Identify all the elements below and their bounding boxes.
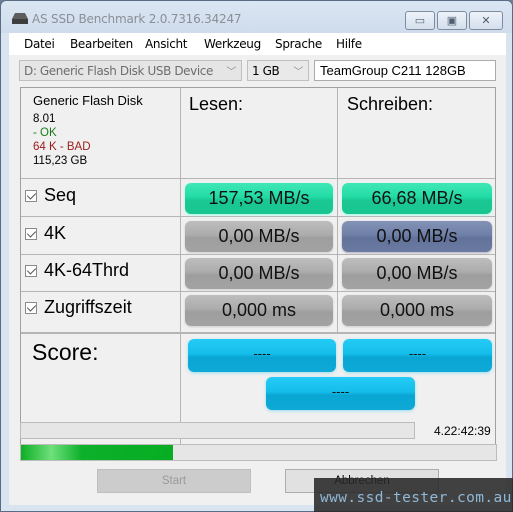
read-header: Lesen: — [189, 94, 244, 114]
close-icon: ✕ — [481, 15, 491, 27]
4k64-write-result: 0,00 MB/s — [342, 258, 492, 289]
title-bar[interactable]: AS SSD Benchmark 2.0.7316.34247 ▭ ▣ ✕ — [1, 1, 512, 33]
minimize-icon: ▭ — [414, 15, 426, 27]
row-label: 4K — [44, 223, 67, 243]
row-seq-label[interactable]: Seq — [25, 185, 76, 206]
checkbox-checked-icon[interactable] — [25, 189, 37, 202]
drive-select-value: D: Generic Flash Disk USB Device — [24, 64, 213, 78]
access-read-result: 0,000 ms — [185, 295, 333, 326]
score-write: ---- — [343, 339, 492, 372]
score-total: ---- — [266, 377, 415, 410]
menu-datei[interactable]: Datei — [24, 37, 55, 51]
minimize-button[interactable]: ▭ — [405, 11, 435, 30]
checkbox-checked-icon[interactable] — [25, 264, 37, 277]
seq-write-result: 66,68 MB/s — [342, 183, 492, 214]
results-grid: Generic Flash Disk 8.01 - OK 64 K - BAD … — [20, 87, 496, 446]
seq-read-result: 157,53 MB/s — [185, 183, 333, 214]
menu-ansicht[interactable]: Ansicht — [145, 37, 188, 51]
4k-read-result: 0,00 MB/s — [185, 221, 333, 252]
score-read: ---- — [188, 339, 336, 372]
start-button[interactable]: Start — [97, 469, 251, 493]
row-4k64-label[interactable]: 4K-64Thrd — [25, 260, 129, 281]
divider — [337, 88, 338, 333]
close-button[interactable]: ✕ — [469, 11, 503, 30]
write-header: Schreiben: — [347, 94, 434, 114]
drive-icon — [12, 13, 28, 24]
menu-bar: Datei Bearbeiten Ansicht Werkzeug Sprach… — [9, 33, 506, 55]
drive-name-input[interactable] — [314, 60, 496, 81]
divider — [21, 178, 495, 179]
divider — [21, 291, 495, 292]
drive-info: Generic Flash Disk 8.01 - OK 64 K - BAD … — [33, 94, 143, 168]
driver-status: - OK — [33, 127, 57, 139]
client-area: Datei Bearbeiten Ansicht Werkzeug Sprach… — [9, 33, 506, 505]
row-label: 4K-64Thrd — [44, 260, 130, 280]
4k-write-result: 0,00 MB/s — [342, 221, 492, 252]
menu-werkzeug[interactable]: Werkzeug — [204, 37, 261, 51]
divider — [180, 88, 181, 445]
menu-bearbeiten[interactable]: Bearbeiten — [70, 37, 133, 51]
window-title: AS SSD Benchmark 2.0.7316.34247 — [32, 12, 242, 26]
access-write-result: 0,000 ms — [342, 295, 492, 326]
chevron-down-icon: ﹀ — [226, 67, 236, 78]
watermark-text: www.ssd-tester.com.au — [320, 490, 512, 506]
alignment-status: 64 K - BAD — [33, 141, 91, 153]
chevron-down-icon: ﹀ — [293, 67, 303, 78]
device-name: Generic Flash Disk — [33, 93, 143, 108]
menu-sprache[interactable]: Sprache — [275, 37, 322, 51]
maximize-button[interactable]: ▣ — [437, 11, 467, 30]
row-label: Seq — [44, 185, 77, 205]
elapsed-time: 4.22:42:39 — [434, 424, 491, 438]
4k64-read-result: 0,00 MB/s — [185, 258, 333, 289]
drive-select[interactable]: D: Generic Flash Disk USB Device ﹀ — [19, 60, 242, 81]
maximize-icon: ▣ — [446, 15, 458, 27]
overall-progress-bar — [20, 444, 497, 461]
checkbox-checked-icon[interactable] — [25, 301, 37, 314]
score-label: Score: — [32, 339, 99, 365]
menu-hilfe[interactable]: Hilfe — [336, 37, 362, 51]
row-access-time-label[interactable]: Zugriffszeit — [25, 297, 132, 318]
divider — [21, 254, 495, 255]
subtest-progress-bar — [20, 422, 415, 439]
watermark-overlay: www.ssd-tester.com.au — [314, 478, 513, 512]
row-4k-label[interactable]: 4K — [25, 223, 66, 244]
row-label: Zugriffszeit — [44, 297, 132, 317]
test-size-select[interactable]: 1 GB ﹀ — [247, 60, 309, 81]
divider — [21, 216, 495, 217]
test-size-value: 1 GB — [252, 64, 280, 78]
firmware-version: 8.01 — [33, 113, 56, 125]
drive-capacity: 115,23 GB — [33, 155, 88, 167]
progress-fill — [21, 445, 173, 460]
app-window: AS SSD Benchmark 2.0.7316.34247 ▭ ▣ ✕ Da… — [0, 0, 513, 512]
checkbox-checked-icon[interactable] — [25, 227, 37, 240]
